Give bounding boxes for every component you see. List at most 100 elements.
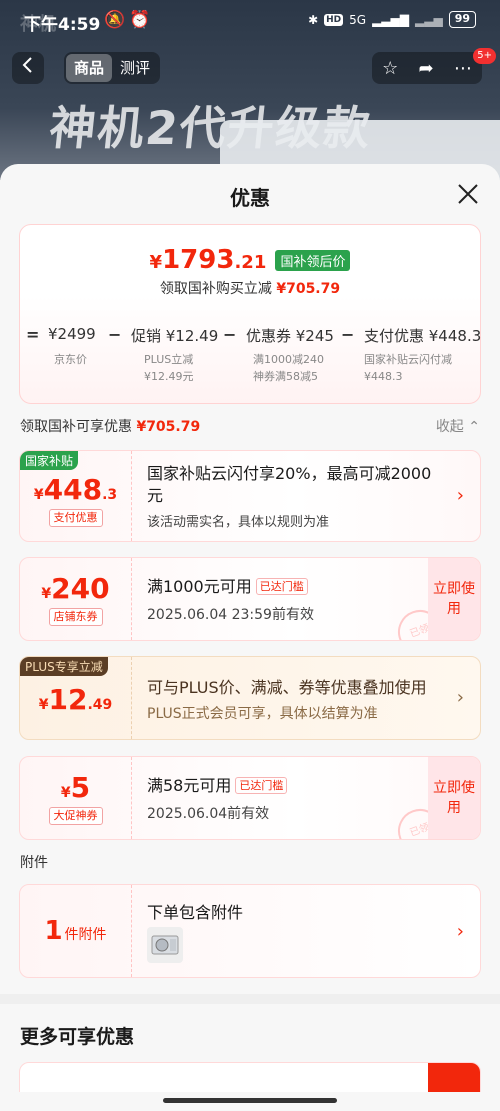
corner-tag-subsidy: 国家补贴	[20, 451, 79, 470]
attachment-unit: 件附件	[64, 927, 107, 943]
minus-sign-3: −	[341, 325, 355, 344]
more-icon[interactable]: ⋯	[454, 58, 472, 79]
coupon-title-text: 满1000元可用	[147, 577, 252, 596]
more-offers-title: 更多可享优惠	[20, 1026, 135, 1048]
coupon-desc: 2025.06.04前有效	[147, 806, 270, 822]
coupon-amount: ¥240	[20, 572, 131, 605]
bluetooth-icon: ✱	[308, 12, 319, 27]
use-now-button[interactable]: 立即使用	[428, 558, 480, 640]
coupon-card-promo[interactable]: ¥5 大促神券 满58元可用 已达门槛 2025.06.04前有效 已领 立即使用	[19, 756, 481, 840]
attachment-count: 1	[44, 916, 63, 946]
collapse-button[interactable]: 收起 ⌃	[436, 416, 480, 436]
corner-tag-plus: PLUS专享立减	[20, 657, 108, 676]
amount-currency: ¥	[33, 487, 44, 503]
section-divider	[0, 994, 500, 1004]
coupon-amount: ¥12.49	[20, 683, 131, 716]
chevron-left-icon	[22, 57, 32, 73]
promo-sub2: ¥12.49元	[144, 370, 194, 383]
coupon-amount-block: ¥240 店铺东券	[20, 558, 132, 640]
price-integer: 1793	[162, 245, 235, 275]
nav-tabs: 商品 测评	[64, 52, 161, 84]
subtitle-text: 领取国补购买立减	[159, 281, 272, 297]
close-icon	[458, 184, 478, 204]
amount-currency: ¥	[60, 785, 71, 801]
pay-discount: 支付优惠 ¥448.3	[364, 327, 482, 345]
nav-actions: ☆ ➦ ⋯	[372, 52, 482, 84]
price-summary-card: ¥1793.21 国补领后价 领取国补购买立减 ¥705.79 = ¥2499 …	[19, 224, 481, 404]
section-amount: ¥705.79	[136, 419, 201, 435]
attachment-count-block: 1 件附件	[20, 885, 132, 977]
coupon-sub1: 满1000减240	[253, 353, 324, 366]
pay-sub1: 国家补贴云闪付减	[364, 353, 452, 366]
amount-decimal: .3	[102, 487, 118, 503]
coupon-desc: 2025.06.04 23:59前有效	[147, 607, 314, 623]
subtitle-amount: ¥705.79	[276, 281, 341, 297]
tab-product[interactable]: 商品	[66, 54, 113, 82]
promo-amount: 促销 ¥12.49	[131, 327, 219, 345]
use-now-button[interactable]: 立即使用	[428, 757, 480, 839]
hd-icon: HD	[324, 13, 344, 26]
coupon-type-tag: 大促神券	[48, 807, 103, 825]
coupon-card-subsidy[interactable]: ¥448.3 支付优惠 国家补贴 国家补贴云闪付享20%，最高可减2000元 该…	[19, 450, 481, 542]
amount-number: 240	[51, 572, 110, 605]
signal2-icon: ▂▃▅	[415, 12, 443, 27]
pay-sub2: ¥448.3	[364, 370, 403, 383]
subsidy-section-header: 领取国补可享优惠 ¥705.79	[20, 416, 200, 436]
subsidy-price-tag: 国补领后价	[275, 249, 351, 271]
amount-decimal: .49	[87, 697, 113, 713]
mute-icon: 🔕	[104, 10, 126, 30]
coupon-title-text: 满58元可用	[147, 776, 232, 795]
coupon-sub2: 神券满58减5	[253, 370, 318, 383]
final-price-row: ¥1793.21 国补领后价	[20, 245, 480, 275]
back-button[interactable]	[12, 52, 44, 84]
alarm-icon: ⏰	[129, 10, 151, 30]
discount-sheet: 优惠 ¥1793.21 国补领后价 领取国补购买立减 ¥705.79 = ¥24…	[0, 164, 500, 1111]
price-currency: ¥	[149, 252, 163, 273]
summary-subtitle: 领取国补购买立减 ¥705.79	[20, 278, 480, 298]
status-bar: 下午4:59 🔕 ⏰ ✱ HD 5G ▂▃▅▇ ▂▃▅ 99	[0, 0, 500, 40]
price-breakdown: = ¥2499 京东价 − 促销 ¥12.49 PLUS立减 ¥12.49元 −…	[20, 325, 482, 395]
threshold-tag: 已达门槛	[255, 578, 308, 595]
tab-review[interactable]: 测评	[112, 54, 158, 82]
coupon-desc: PLUS正式会员可享，具体以结算为准	[147, 706, 378, 722]
star-icon[interactable]: ☆	[382, 58, 398, 79]
equals-sign: =	[26, 325, 40, 344]
coupon-desc: 该活动需实名，具体以规则为准	[147, 515, 330, 530]
chevron-right-icon: ›	[456, 687, 464, 708]
status-left-icons: 🔕 ⏰	[104, 10, 150, 30]
chevron-up-icon: ⌃	[468, 419, 480, 435]
jd-price-label: 京东价	[54, 353, 87, 366]
coupon-amount: 优惠券 ¥245	[246, 327, 334, 345]
coupon-amount: ¥448.3	[20, 473, 131, 506]
promo-sub1: PLUS立减	[144, 353, 194, 366]
status-right: ✱ HD 5G ▂▃▅▇ ▂▃▅ 99	[308, 11, 476, 28]
section-label: 领取国补可享优惠	[20, 419, 132, 435]
attachment-card[interactable]: 1 件附件 下单包含附件 ›	[19, 884, 481, 978]
coupon-title: 国家补贴云闪付享20%，最高可减2000元	[147, 464, 432, 505]
amount-number: 5	[70, 771, 91, 804]
coupon-amount: ¥5	[20, 771, 131, 804]
coupon-card-plus[interactable]: ¥12.49 PLUS专享立减 可与PLUS价、满减、券等优惠叠加使用 PLUS…	[19, 656, 481, 740]
chevron-right-icon: ›	[456, 921, 464, 942]
collapse-label: 收起	[435, 419, 464, 435]
share-icon[interactable]: ➦	[419, 58, 434, 79]
coupon-title: 满58元可用 已达门槛	[147, 775, 288, 797]
amount-number: 448	[43, 473, 103, 506]
network-label: 5G	[349, 12, 367, 27]
status-time: 下午4:59	[24, 15, 101, 35]
message-badge: 5+	[473, 48, 496, 64]
battery-icon: 99	[448, 11, 476, 28]
sheet-title: 优惠	[230, 186, 270, 210]
home-indicator[interactable]	[163, 1098, 337, 1103]
coupon-title: 可与PLUS价、满减、券等优惠叠加使用	[147, 678, 427, 697]
close-button[interactable]	[456, 182, 480, 206]
coupon-card-store[interactable]: ¥240 店铺东券 满1000元可用 已达门槛 2025.06.04 23:59前…	[19, 557, 481, 641]
final-price: ¥1793.21	[150, 245, 267, 275]
jd-price: ¥2499	[48, 325, 96, 343]
chevron-right-icon: ›	[456, 485, 464, 506]
threshold-tag: 已达门槛	[235, 777, 288, 794]
amount-currency: ¥	[41, 586, 52, 602]
outdoor-unit-icon	[151, 935, 179, 955]
minus-sign-2: −	[223, 325, 237, 344]
minus-sign-1: −	[108, 325, 122, 344]
